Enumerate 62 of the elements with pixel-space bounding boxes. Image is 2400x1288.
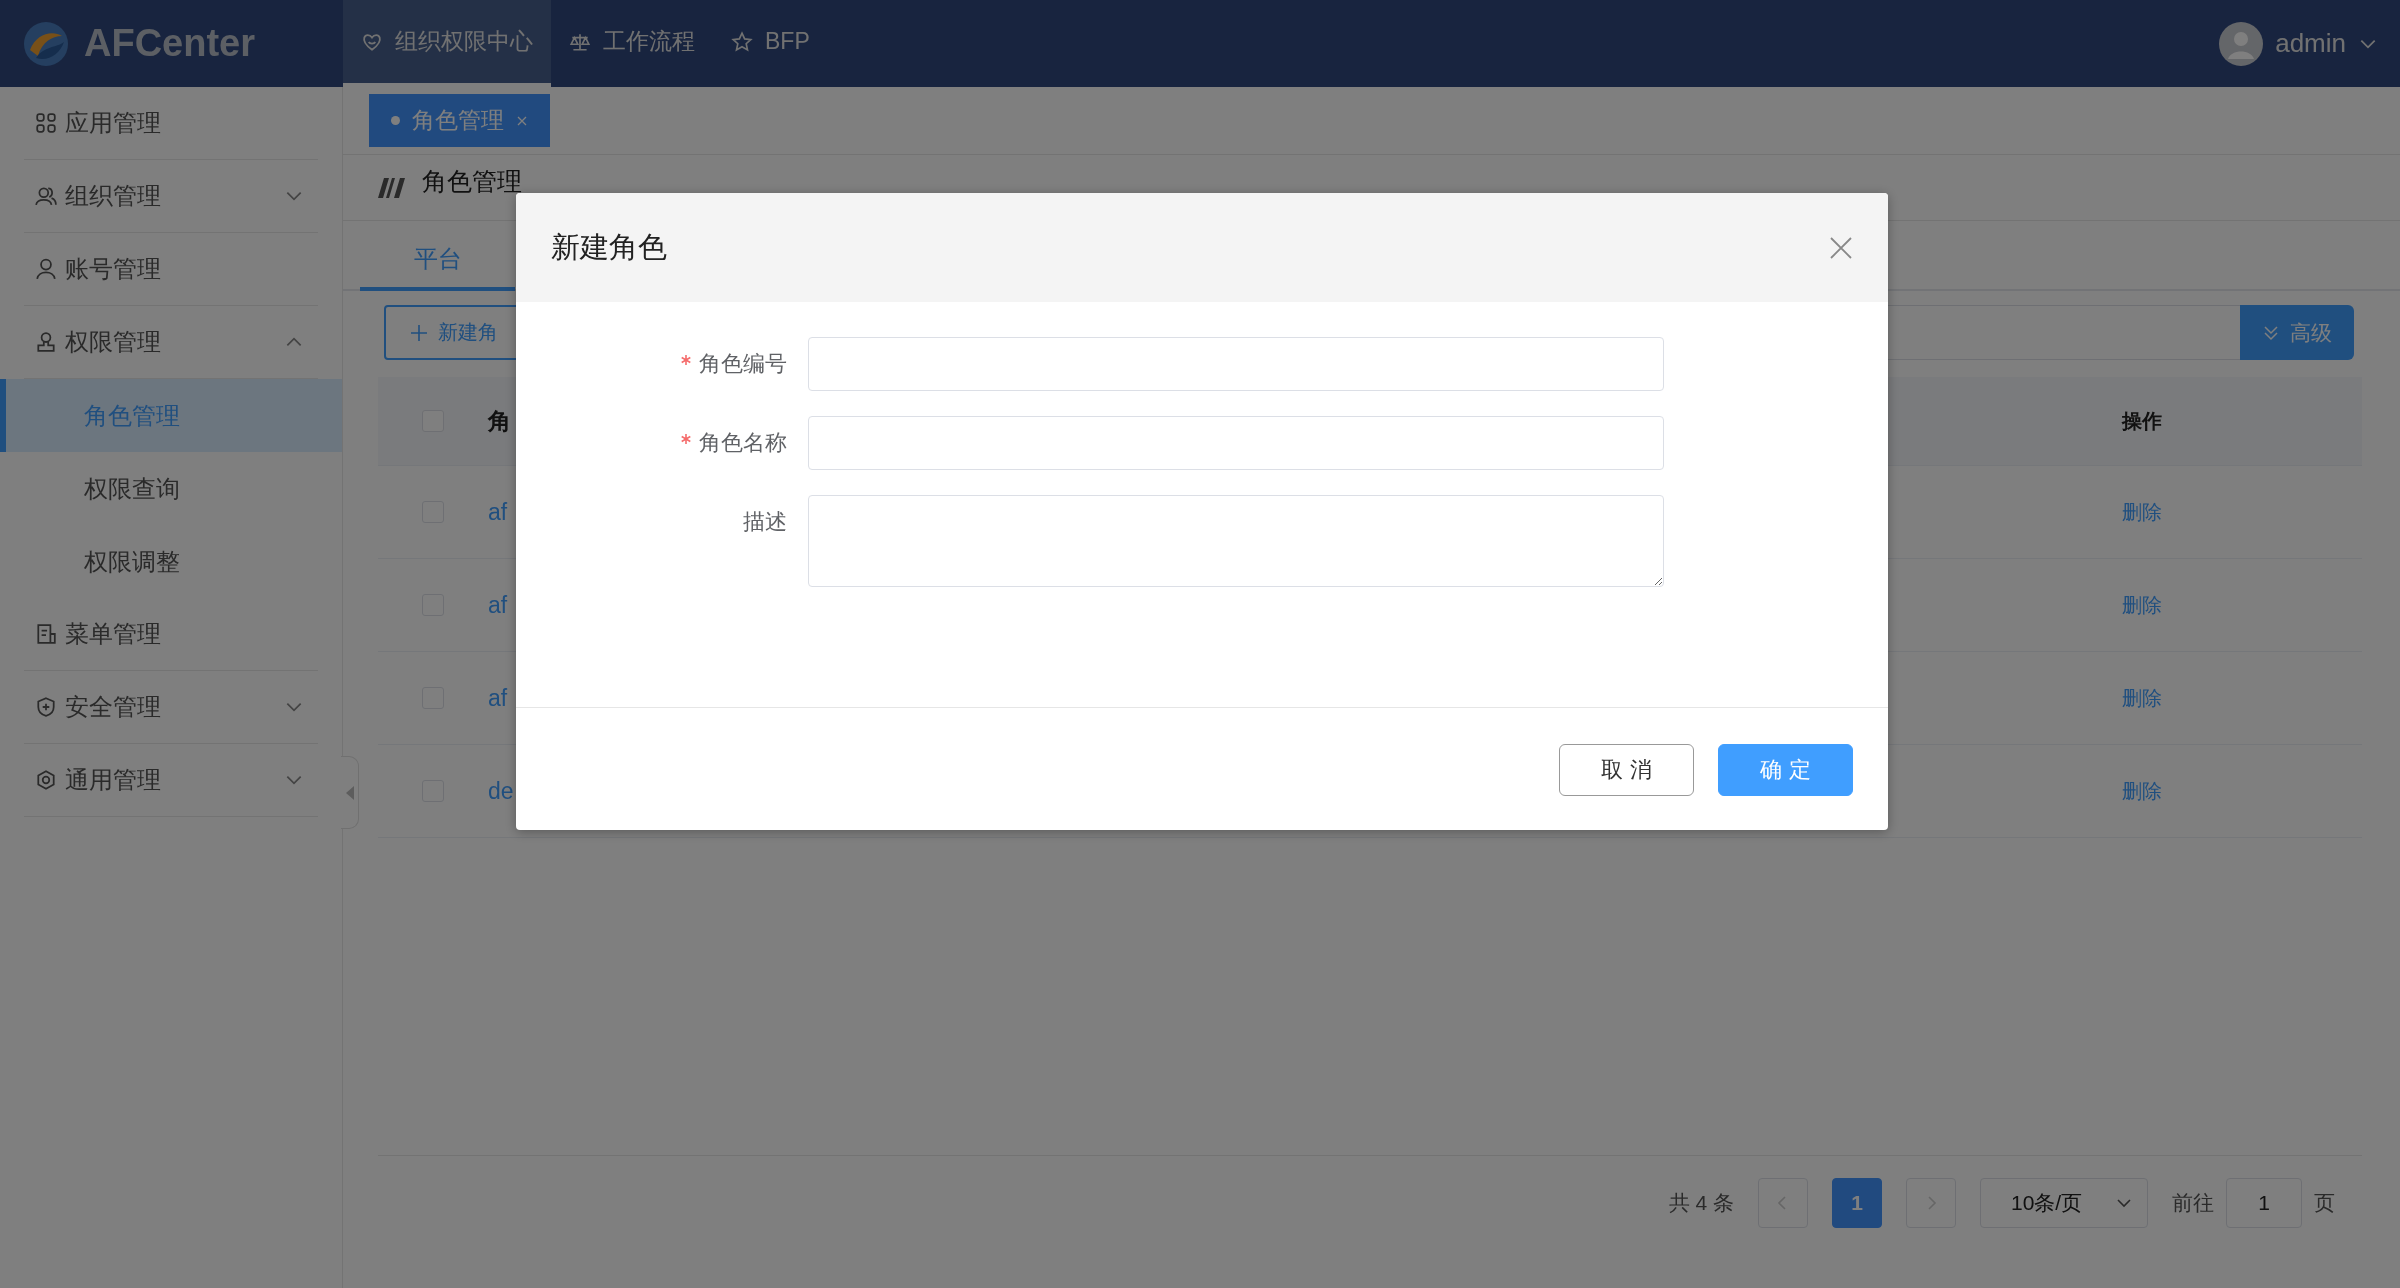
logo-text: AFCenter (84, 22, 256, 65)
page-title: 角色管理 (422, 166, 522, 197)
prev-page-button[interactable] (1758, 1178, 1808, 1228)
user-name[interactable]: admin (2275, 28, 2346, 59)
page-suffix: 页 (2314, 1190, 2335, 1216)
page-size-select[interactable]: 10条/页 (1980, 1178, 2148, 1228)
avatar-icon[interactable] (2219, 21, 2264, 66)
table-cell[interactable]: af (488, 684, 508, 711)
sidebar-item[interactable]: 组织管理 (24, 160, 318, 233)
delete-link[interactable]: 删除 (2122, 779, 2162, 802)
table-cell[interactable]: de (488, 777, 514, 804)
column-header: 角 (488, 407, 511, 434)
sidebar-item[interactable]: 通用管理 (24, 744, 318, 817)
logo-icon (22, 19, 70, 68)
advanced-button[interactable]: 高级 (2240, 305, 2354, 360)
sidebar-item[interactable]: 菜单管理 (24, 598, 318, 671)
next-page-button[interactable] (1906, 1178, 1956, 1228)
shield-icon (35, 696, 57, 718)
nav-tab[interactable]: BFP (713, 0, 828, 87)
users-icon (35, 185, 57, 207)
page-tag[interactable]: 角色管理 (369, 94, 550, 147)
hexagon-icon (35, 769, 57, 791)
cancel-button[interactable]: 取 消 (1559, 744, 1694, 796)
close-icon[interactable] (1829, 235, 1853, 260)
asterisk-icon (681, 434, 691, 444)
confirm-button[interactable]: 确 定 (1718, 744, 1853, 796)
sidebar-subitem[interactable]: 权限查询 (0, 452, 342, 525)
column-header: 操作 (2122, 409, 2162, 432)
textarea-field[interactable] (808, 495, 1664, 587)
nav-tab[interactable]: 工作流程 (551, 0, 713, 87)
table-cell[interactable]: af (488, 498, 508, 525)
sidebar-item[interactable]: 账号管理 (24, 233, 318, 306)
delete-link[interactable]: 删除 (2122, 593, 2162, 616)
double-chevron-icon (2262, 323, 2280, 342)
nav-tab[interactable]: 组织权限中心 (343, 0, 551, 87)
collapse-handle[interactable] (341, 756, 359, 829)
plus-icon (410, 323, 428, 342)
delete-link[interactable]: 删除 (2122, 500, 2162, 523)
page-input[interactable]: 1 (2226, 1178, 2302, 1228)
asterisk-icon (681, 355, 691, 365)
slashes-icon (378, 177, 406, 198)
document-icon (35, 623, 57, 645)
text-field[interactable] (808, 337, 1664, 391)
field-label: 描述 (742, 508, 788, 536)
sidebar-subitem[interactable]: 角色管理 (0, 379, 342, 452)
dialog-title: 新建角色 (551, 229, 668, 265)
total-count: 共 4 条 (1668, 1190, 1734, 1216)
user-icon (35, 258, 57, 280)
sidebar-subitem[interactable]: 权限调整 (0, 525, 342, 598)
field-label: 角色名称 (516, 416, 808, 470)
delete-link[interactable]: 删除 (2122, 686, 2162, 709)
dot-icon (391, 116, 400, 125)
triangle-icon (345, 785, 354, 800)
stamp-icon (35, 331, 57, 353)
page-button[interactable]: 1 (1832, 1178, 1882, 1228)
sidebar-item[interactable]: 应用管理 (24, 87, 318, 160)
sidebar-item[interactable]: 安全管理 (24, 671, 318, 744)
grid-icon (35, 112, 57, 134)
text-field[interactable] (808, 416, 1664, 470)
goto-label: 前往 (2172, 1190, 2214, 1216)
star-icon (731, 30, 753, 53)
table-cell[interactable]: af (488, 591, 508, 618)
